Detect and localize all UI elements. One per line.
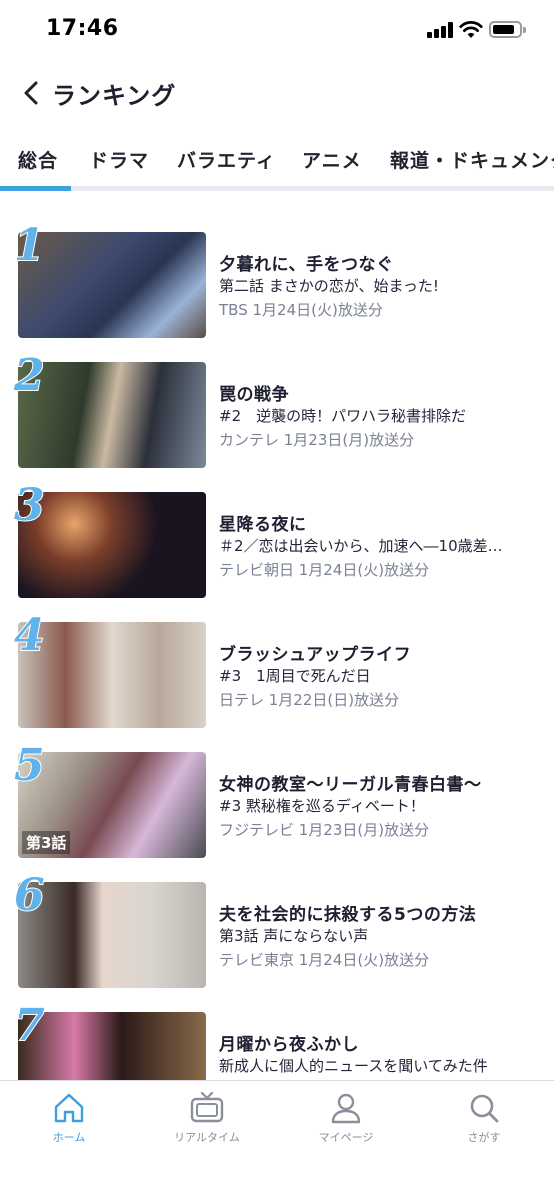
broadcast-info: TBS 1月24日(火)放送分 xyxy=(219,301,383,319)
status-time: 17:46 xyxy=(46,16,119,41)
ranking-item[interactable]: 6 夫を社会的に抹殺する5つの方法 第3話 声にならない声 テレビ東京 1月24… xyxy=(0,873,554,992)
nav-realtime[interactable]: リアルタイム xyxy=(152,1091,262,1155)
rank-number: 6 xyxy=(13,870,46,921)
rank-number: 5 xyxy=(13,740,46,791)
episode-subtitle: #3 黙秘権を巡るディベート！ xyxy=(219,797,425,815)
tab-variety[interactable]: バラエティ xyxy=(177,146,276,173)
episode-subtitle: 第3話 声にならない声 xyxy=(219,927,369,945)
ranking-item[interactable]: 3 星降る夜に ＃2／恋は出会いから、加速へ―10歳差… テレビ朝日 1月24日… xyxy=(0,483,554,602)
broadcast-info: カンテレ 1月23日(月)放送分 xyxy=(219,431,415,449)
category-tabs: 総合 ドラマ バラエティ アニメ 報道・ドキュメンタリー xyxy=(0,130,554,192)
nav-home-label: ホーム xyxy=(52,1131,86,1144)
home-icon xyxy=(54,1093,84,1123)
program-thumbnail: 第3話 xyxy=(18,752,206,858)
nav-mypage-label: マイページ xyxy=(318,1131,374,1144)
program-thumbnail xyxy=(18,492,206,598)
ranking-item[interactable]: 4 ブラッシュアップライフ #3 1周目で死んだ日 日テレ 1月22日(日)放送… xyxy=(0,613,554,732)
episode-subtitle: ＃2／恋は出会いから、加速へ―10歳差… xyxy=(219,537,503,555)
nav-home[interactable]: ホーム xyxy=(14,1091,124,1155)
search-icon xyxy=(470,1094,499,1123)
broadcast-info: フジテレビ 1月23日(月)放送分 xyxy=(219,821,430,839)
active-tab-indicator xyxy=(0,186,71,191)
nav-mypage[interactable]: マイページ xyxy=(291,1091,401,1155)
program-title: 星降る夜に xyxy=(219,515,307,535)
program-thumbnail xyxy=(18,232,206,338)
bottom-navigation: ホーム リアルタイム マイページ さがす xyxy=(0,1080,554,1200)
episode-subtitle: 第二話 まさかの恋が、始まった! xyxy=(219,277,439,295)
nav-search-label: さがす xyxy=(467,1131,501,1144)
program-title: 夫を社会的に抹殺する5つの方法 xyxy=(219,905,477,925)
program-thumbnail xyxy=(18,1012,206,1080)
header: ランキング xyxy=(0,62,554,130)
tab-anime[interactable]: アニメ xyxy=(302,146,362,173)
tab-drama[interactable]: ドラマ xyxy=(89,146,149,173)
back-chevron-icon[interactable] xyxy=(18,78,46,108)
program-title: 夕暮れに、手をつなぐ xyxy=(219,255,394,275)
program-title: 月曜から夜ふかし xyxy=(219,1035,359,1055)
episode-badge: 第3話 xyxy=(22,831,71,854)
program-thumbnail xyxy=(18,362,206,468)
episode-subtitle: #3 1周目で死んだ日 xyxy=(219,667,371,685)
broadcast-info: テレビ東京 1月24日(火)放送分 xyxy=(219,951,430,969)
tab-track xyxy=(0,186,554,191)
program-thumbnail xyxy=(18,882,206,988)
program-thumbnail xyxy=(18,622,206,728)
ranking-list: 1 夕暮れに、手をつなぐ 第二話 まさかの恋が、始まった! TBS 1月24日(… xyxy=(0,192,554,1080)
program-title: 罠の戦争 xyxy=(219,385,289,405)
tab-news-documentary[interactable]: 報道・ドキュメンタリー xyxy=(390,146,554,173)
person-icon xyxy=(331,1093,361,1124)
rank-number: 4 xyxy=(13,610,46,661)
cellular-signal-icon xyxy=(427,22,455,38)
rank-number: 7 xyxy=(13,1000,46,1051)
tv-icon xyxy=(190,1091,224,1123)
ranking-item[interactable]: 2 罠の戦争 #2 逆襲の時！パワハラ秘書排除だ カンテレ 1月23日(月)放送… xyxy=(0,353,554,472)
ranking-item[interactable]: 1 夕暮れに、手をつなぐ 第二話 まさかの恋が、始まった! TBS 1月24日(… xyxy=(0,223,554,342)
nav-search[interactable]: さがす xyxy=(429,1091,539,1155)
broadcast-info: テレビ朝日 1月24日(火)放送分 xyxy=(219,561,430,579)
program-title: 女神の教室～リーガル青春白書～ xyxy=(219,775,482,795)
ranking-item[interactable]: 第3話 5 女神の教室～リーガル青春白書～ #3 黙秘権を巡るディベート！ フジ… xyxy=(0,743,554,862)
ranking-item[interactable]: 7 月曜から夜ふかし 新成人に個人的ニュースを聞いてみた件 xyxy=(0,1003,554,1080)
rank-number: 2 xyxy=(13,350,46,401)
episode-subtitle: #2 逆襲の時！パワハラ秘書排除だ xyxy=(219,407,466,425)
tab-overall[interactable]: 総合 xyxy=(18,146,58,173)
rank-number: 3 xyxy=(13,480,46,531)
page-title: ランキング xyxy=(52,82,177,110)
program-title: ブラッシュアップライフ xyxy=(219,645,412,665)
nav-realtime-label: リアルタイム xyxy=(174,1131,240,1144)
battery-icon xyxy=(489,21,526,38)
status-bar: 17:46 xyxy=(0,0,554,62)
broadcast-info: 日テレ 1月22日(日)放送分 xyxy=(219,691,400,709)
wifi-icon xyxy=(459,21,483,38)
episode-subtitle: 新成人に個人的ニュースを聞いてみた件 xyxy=(219,1057,488,1075)
rank-number: 1 xyxy=(13,220,46,271)
